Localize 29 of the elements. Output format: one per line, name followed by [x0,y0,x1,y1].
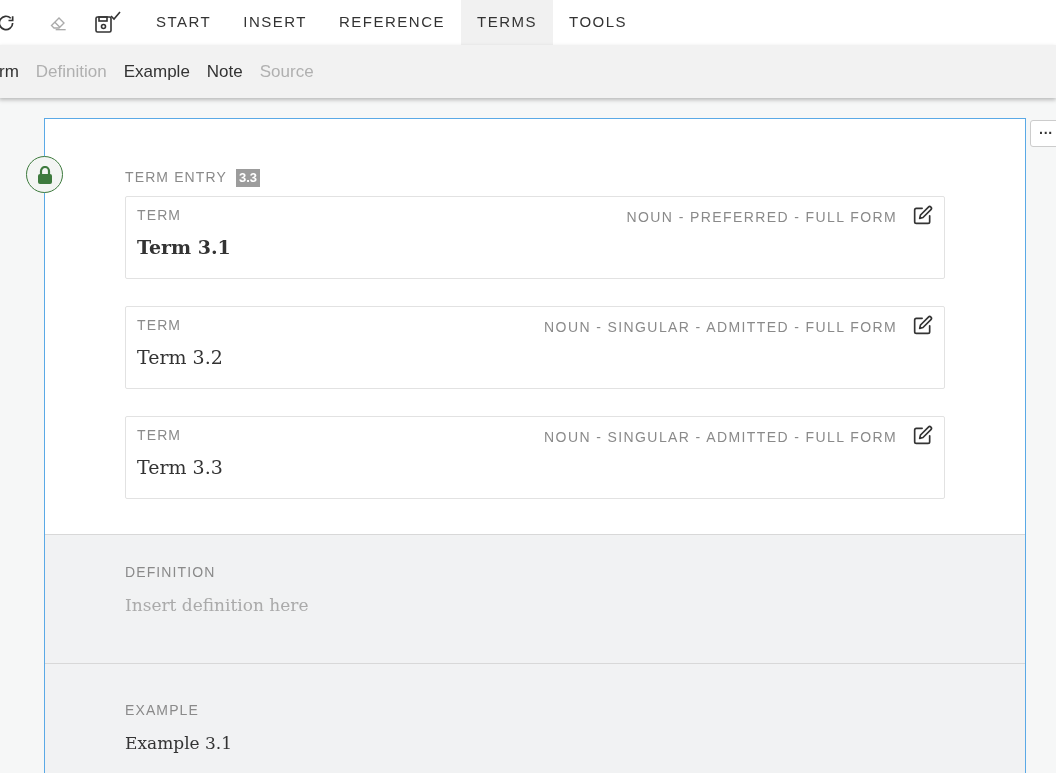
ribbon-button[interactable]: rm [0,58,19,85]
entry-label: TERM ENTRY [125,168,227,187]
entry-number: 3.3 [235,168,261,187]
edit-icon[interactable] [913,205,933,225]
redo-icon[interactable] [0,12,16,33]
example-label: EXAMPLE [125,701,200,720]
term-attributes: NOUN - SINGULAR - ADMITTED - FULL FORM [544,428,897,447]
more-button[interactable]: ··· [1030,120,1056,147]
edit-icon[interactable] [913,425,933,445]
ribbon-button[interactable]: Note [206,58,243,85]
term-attributes: NOUN - PREFERRED - FULL FORM [626,208,897,227]
ribbon-button[interactable]: Example [123,58,190,85]
lock-icon [36,165,53,184]
menu-tab[interactable]: TERMS [461,0,554,45]
term-card[interactable]: TERM NOUN - SINGULAR - ADMITTED - FULL FORM Term 3.2 [125,306,945,389]
term-value: Term 3.2 [137,345,224,370]
definition-label: DEFINITION [125,563,217,582]
term-attributes: NOUN - SINGULAR - ADMITTED - FULL FORM [544,318,897,337]
term-label: TERM [137,206,182,225]
example-text: Example 3.1 [125,732,234,755]
term-value: Term 3.1 [137,235,232,260]
term-label: TERM [137,426,182,445]
definition-field[interactable]: Insert definition here [125,593,725,619]
edit-icon[interactable] [913,315,933,335]
term-card[interactable]: TERM NOUN - SINGULAR - ADMITTED - FULL FORM Term 3.3 [125,416,945,499]
term-card[interactable]: TERM NOUN - PREFERRED - FULL FORM Term 3.1 [125,196,945,279]
term-label: TERM [137,316,182,335]
save-check-icon[interactable] [94,9,122,36]
term-value: Term 3.3 [137,455,224,480]
